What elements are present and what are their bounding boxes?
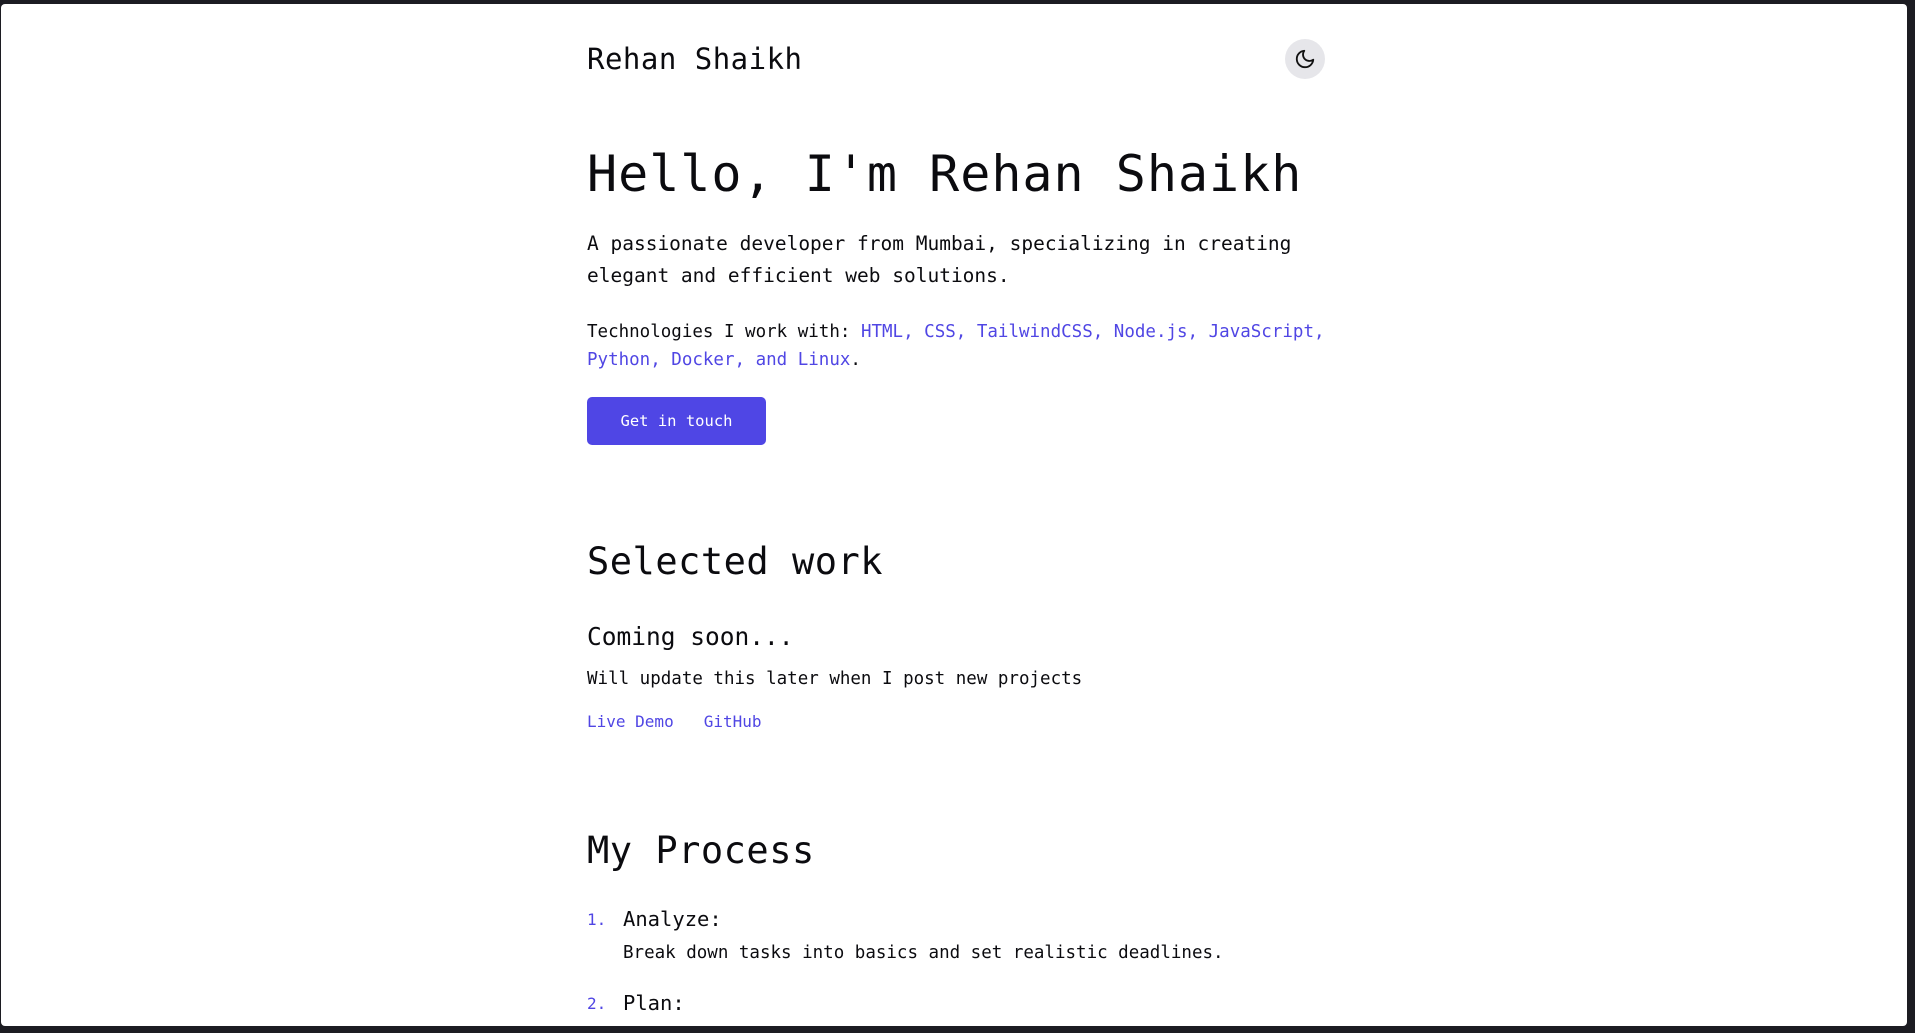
site-header: Rehan Shaikh xyxy=(587,38,1325,80)
get-in-touch-button[interactable]: Get in touch xyxy=(587,397,766,445)
process-steps-list: 1. Analyze: Break down tasks into basics… xyxy=(587,904,1327,1026)
hero-title: Hello, I'm Rehan Shaikh xyxy=(587,145,1303,203)
step-description: Break down tasks into basics and set rea… xyxy=(623,943,1224,963)
project-links: Live Demo GitHub xyxy=(587,708,792,736)
browser-viewport: Rehan Shaikh Hello, I'm Rehan Shaikh A p… xyxy=(1,4,1907,1026)
my-process-heading: My Process xyxy=(587,829,815,872)
site-brand[interactable]: Rehan Shaikh xyxy=(587,38,803,80)
process-step: 1. Analyze: Break down tasks into basics… xyxy=(587,904,1327,968)
project-description: Will update this later when I post new p… xyxy=(587,669,1083,689)
step-title: Analyze: xyxy=(623,907,722,931)
step-number: 1. xyxy=(587,910,607,929)
step-title: Plan: xyxy=(623,991,685,1015)
process-step: 2. Plan: xyxy=(587,988,1327,1018)
selected-work-heading: Selected work xyxy=(587,540,884,583)
moon-icon xyxy=(1295,49,1315,69)
technologies-suffix: . xyxy=(850,350,861,370)
github-link[interactable]: GitHub xyxy=(704,712,762,731)
step-number: 2. xyxy=(587,994,607,1013)
live-demo-link[interactable]: Live Demo xyxy=(587,712,674,731)
project-title: Coming soon... xyxy=(587,622,794,651)
hero-description: A passionate developer from Mumbai, spec… xyxy=(587,232,1292,287)
technologies-prefix: Technologies I work with: xyxy=(587,322,861,342)
theme-toggle-button[interactable] xyxy=(1285,39,1325,79)
technologies-line: Technologies I work with: HTML, CSS, Tai… xyxy=(587,318,1327,374)
